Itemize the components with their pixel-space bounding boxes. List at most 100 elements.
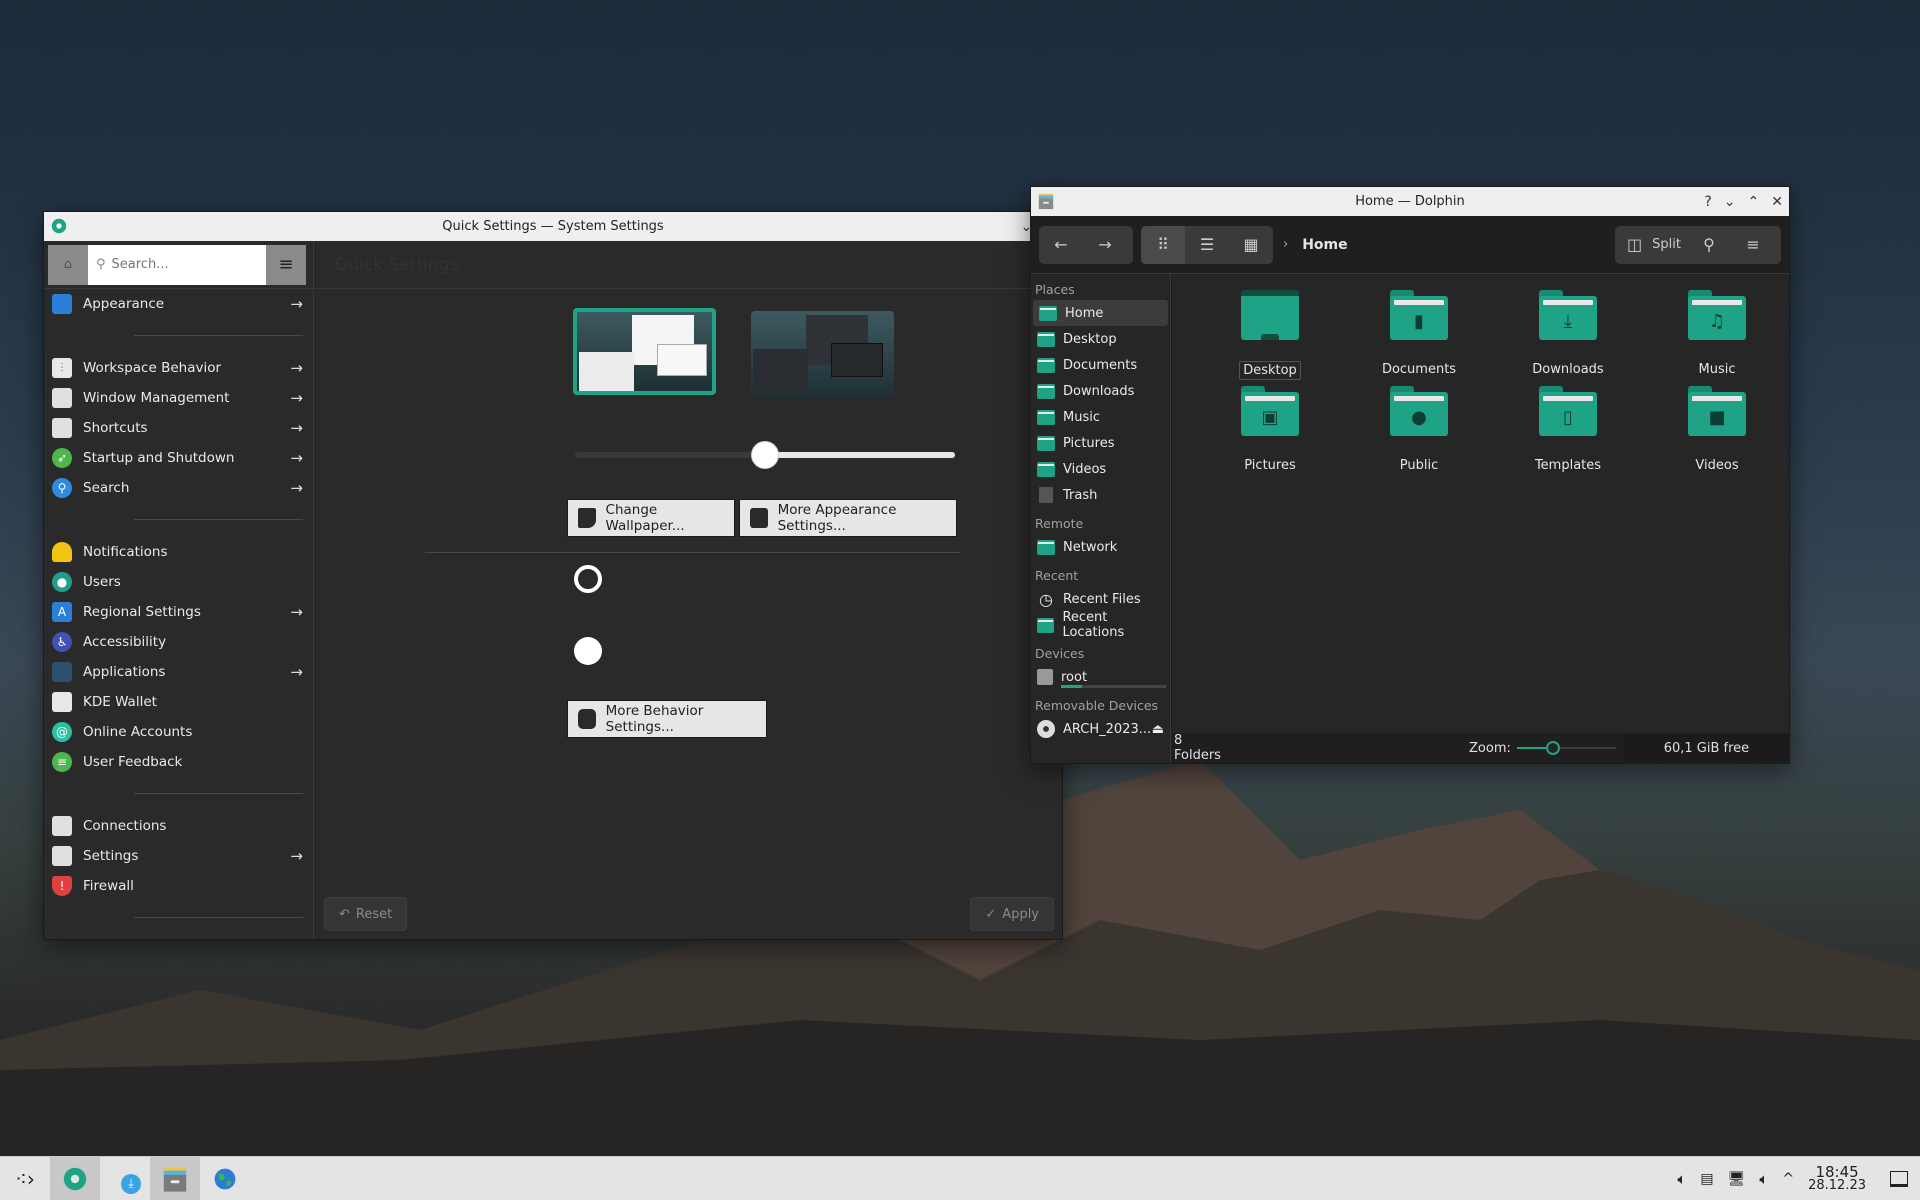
search-input[interactable]: [111, 257, 242, 272]
compact-view-button[interactable]: ☰: [1185, 226, 1229, 264]
places-item-videos[interactable]: Videos: [1031, 456, 1170, 482]
show-desktop-icon[interactable]: [1890, 1171, 1908, 1187]
places-section-heading: Places: [1035, 282, 1075, 297]
zoom-slider-handle[interactable]: [1545, 741, 1560, 755]
places-item-documents[interactable]: Documents: [1031, 352, 1170, 378]
sidebar-item-startup-and-shutdown[interactable]: ➶ Startup and Shutdown →: [44, 443, 313, 473]
network-wired-icon[interactable]: 🖥︎: [1728, 1171, 1746, 1187]
more-appearance-settings-button[interactable]: More Appearance Settings...: [739, 499, 957, 537]
places-item-recent-locations[interactable]: Recent Locations: [1031, 610, 1170, 640]
task-browser[interactable]: [200, 1157, 250, 1200]
sidebar-item-appearance[interactable]: Appearance →: [44, 289, 313, 319]
zoom-slider[interactable]: [1516, 738, 1616, 758]
sidebar-item-users[interactable]: ● Users: [44, 567, 313, 597]
category-separator: [44, 503, 313, 537]
places-item-desktop[interactable]: Desktop: [1031, 326, 1170, 352]
reset-button[interactable]: ↶ Reset: [324, 897, 408, 931]
sidebar-item-regional-settings[interactable]: A Regional Settings →: [44, 597, 313, 627]
back-button[interactable]: ←: [1039, 226, 1083, 264]
places-item-pictures[interactable]: Pictures: [1031, 430, 1170, 456]
dolphin-titlebar[interactable]: Home — Dolphin ? ⌄ ⌃ ✕: [1031, 187, 1789, 216]
volume-icon[interactable]: 🔈︎: [1677, 1170, 1686, 1188]
icons-view-button[interactable]: ⠿: [1141, 225, 1185, 264]
search-field[interactable]: ⚲: [88, 244, 266, 285]
file-item-documents[interactable]: ▮ Documents: [1359, 290, 1479, 378]
theme-preview-dark[interactable]: [751, 311, 894, 398]
sidebar-item-workspace-behavior[interactable]: ⫶ Workspace Behavior →: [44, 353, 313, 383]
breadcrumb-home[interactable]: Home: [1302, 237, 1347, 253]
places-item-root[interactable]: root: [1031, 664, 1170, 690]
arrow-right-icon: →: [290, 479, 303, 497]
task-system-settings[interactable]: [50, 1156, 100, 1200]
minimize-button[interactable]: ⌄: [1724, 194, 1736, 210]
sidebar-item-applications[interactable]: Applications →: [44, 657, 313, 687]
menu-icon: ≡: [278, 254, 294, 275]
system-settings-titlebar[interactable]: Quick Settings — System Settings ⌄ ⌃: [44, 212, 1062, 241]
main-content: Quick Settings Change Wallpaper... More …: [315, 241, 1062, 939]
animation-speed-slider[interactable]: [575, 440, 955, 470]
sidebar-item-user-feedback[interactable]: ≡ User Feedback: [44, 747, 313, 777]
file-item-desktop[interactable]: Desktop: [1210, 290, 1330, 380]
places-item-trash[interactable]: Trash: [1031, 482, 1170, 508]
sidebar-item-search[interactable]: ⚲ Search →: [44, 473, 313, 503]
drive-icon: [1037, 669, 1053, 685]
sidebar-item-label: Workspace Behavior: [83, 360, 222, 376]
sidebar-item-accessibility[interactable]: ♿︎ Accessibility: [44, 627, 313, 657]
home-button[interactable]: ⌂: [48, 244, 88, 285]
window-title: Home — Dolphin: [1355, 194, 1465, 209]
more-behavior-settings-button[interactable]: More Behavior Settings...: [567, 700, 767, 738]
audio-icon[interactable]: 🔈︎: [1759, 1170, 1768, 1188]
places-item-recent-files[interactable]: ◷ Recent Files: [1031, 586, 1170, 612]
digital-clock[interactable]: 18:45 28.12.23: [1808, 1165, 1866, 1193]
folder-count: 8 Folders: [1174, 733, 1221, 763]
sidebar-item-label: Applications: [83, 664, 166, 680]
search-button[interactable]: ⚲: [1687, 226, 1731, 264]
slider-handle[interactable]: [751, 441, 779, 469]
hamburger-menu-button[interactable]: ≡: [266, 244, 306, 285]
hamburger-menu-button[interactable]: ≡: [1731, 226, 1775, 264]
help-button[interactable]: ?: [1704, 194, 1711, 210]
places-item-downloads[interactable]: Downloads: [1031, 378, 1170, 404]
places-item-music[interactable]: Music: [1031, 404, 1170, 430]
file-item-videos[interactable]: ■ Videos: [1657, 386, 1777, 474]
application-launcher-button[interactable]: ⁖›: [0, 1157, 50, 1200]
system-tray: 🔈︎ ▤ 🖥︎ 🔈︎ ^ 18:45 28.12.23: [1677, 1157, 1920, 1200]
sidebar-item-kde-wallet[interactable]: KDE Wallet: [44, 687, 313, 717]
forward-button[interactable]: →: [1083, 226, 1127, 264]
sidebar-item-firewall[interactable]: ! Firewall: [44, 871, 313, 901]
tray-expand-icon[interactable]: ^: [1782, 1171, 1794, 1187]
split-button[interactable]: ◫ Split: [1621, 226, 1687, 264]
theme-preview-light[interactable]: [573, 308, 716, 395]
places-item-arch-2023[interactable]: ARCH_2023... ⏏: [1031, 716, 1170, 742]
sidebar-item-notifications[interactable]: Notifications: [44, 537, 313, 567]
file-item-downloads[interactable]: ⤓ Downloads: [1508, 290, 1628, 378]
click-behavior-radio-selected[interactable]: [574, 637, 602, 665]
file-item-music[interactable]: ♫ Music: [1657, 290, 1777, 378]
download-icon: ⤓: [121, 1173, 141, 1194]
click-behavior-radio-unselected[interactable]: [574, 565, 602, 593]
usb-device-icon[interactable]: ▤: [1700, 1171, 1713, 1187]
sidebar-item-label: Regional Settings: [83, 604, 201, 620]
close-button[interactable]: ✕: [1771, 194, 1783, 210]
places-item-home[interactable]: Home: [1033, 300, 1168, 326]
eject-icon[interactable]: ⏏: [1152, 722, 1164, 737]
sidebar-item-settings[interactable]: Settings →: [44, 841, 313, 871]
details-view-button[interactable]: ▦: [1229, 226, 1273, 264]
task-downloads[interactable]: ⤓: [100, 1157, 150, 1200]
sidebar-item-shortcuts[interactable]: Shortcuts →: [44, 413, 313, 443]
task-dolphin[interactable]: [150, 1156, 200, 1200]
language-icon: A: [52, 602, 72, 622]
sidebar-item-connections[interactable]: Connections: [44, 811, 313, 841]
places-item-network[interactable]: Network: [1031, 534, 1170, 560]
maximize-button[interactable]: ⌃: [1748, 194, 1760, 210]
search-icon: ⚲: [1703, 235, 1715, 254]
apply-button[interactable]: ✓ Apply: [970, 897, 1054, 931]
file-item-public[interactable]: ● Public: [1359, 386, 1479, 474]
window-title: Quick Settings — System Settings: [442, 219, 664, 234]
sidebar-item-online-accounts[interactable]: @ Online Accounts: [44, 717, 313, 747]
file-item-templates[interactable]: ▯ Templates: [1508, 386, 1628, 474]
rocket-icon: ➶: [52, 448, 72, 468]
change-wallpaper-button[interactable]: Change Wallpaper...: [567, 499, 735, 537]
sidebar-item-window-management[interactable]: Window Management →: [44, 383, 313, 413]
file-item-pictures[interactable]: ▣ Pictures: [1210, 386, 1330, 474]
